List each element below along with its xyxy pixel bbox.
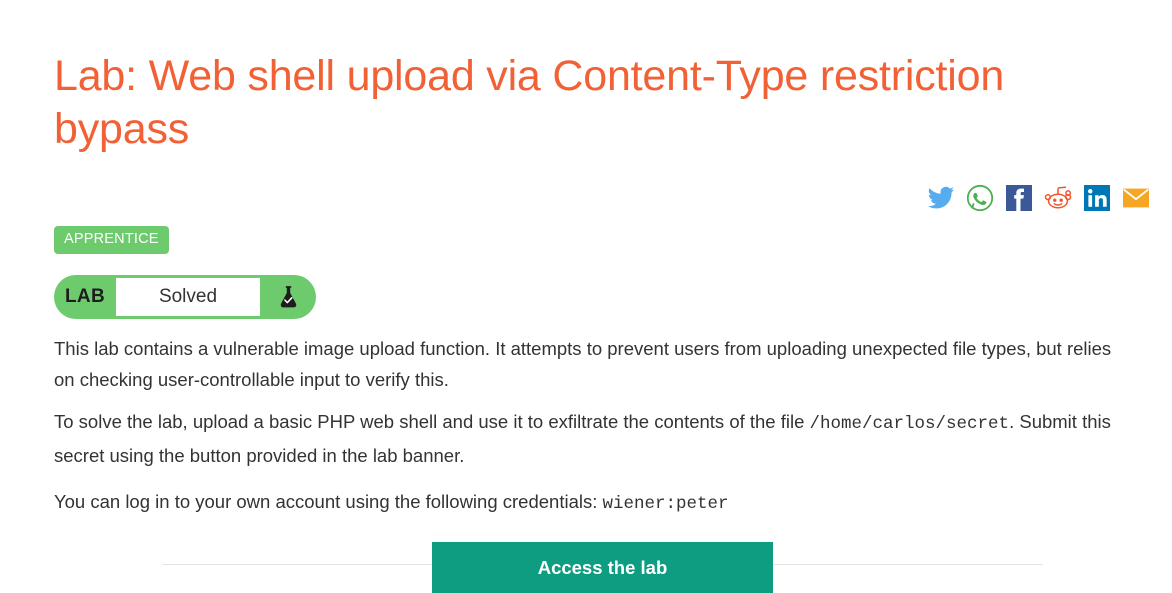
lab-tag-label: LAB (65, 286, 105, 307)
paragraph-2-text-before: To solve the lab, upload a basic PHP web… (54, 411, 810, 432)
paragraph-3-text-before: You can log in to your own account using… (54, 491, 603, 512)
lab-page: Lab: Web shell upload via Content-Type r… (0, 0, 1172, 593)
access-lab-button[interactable]: Access the lab (432, 542, 773, 593)
description-paragraph-1: This lab contains a vulnerable image upl… (54, 338, 1112, 390)
lab-status-text: Solved (116, 278, 260, 316)
email-icon[interactable] (1122, 184, 1150, 212)
page-title: Lab: Web shell upload via Content-Type r… (54, 52, 1005, 153)
credentials-value: wiener:peter (602, 494, 729, 514)
whatsapp-icon[interactable] (966, 184, 994, 212)
secret-file-path: /home/carlos/secret (809, 414, 1010, 434)
social-share-row (927, 184, 1150, 212)
lab-status-banner: LAB Solved (54, 275, 316, 319)
reddit-icon[interactable] (1044, 184, 1072, 212)
difficulty-badge: APPRENTICE (54, 226, 169, 254)
description-paragraph-3: You can log in to your own account using… (54, 486, 1118, 520)
description-paragraph-2: To solve the lab, upload a basic PHP web… (54, 406, 1118, 471)
flask-check-icon (260, 275, 316, 319)
facebook-icon[interactable] (1005, 184, 1033, 212)
twitter-icon[interactable] (927, 184, 955, 212)
linkedin-icon[interactable] (1083, 184, 1111, 212)
